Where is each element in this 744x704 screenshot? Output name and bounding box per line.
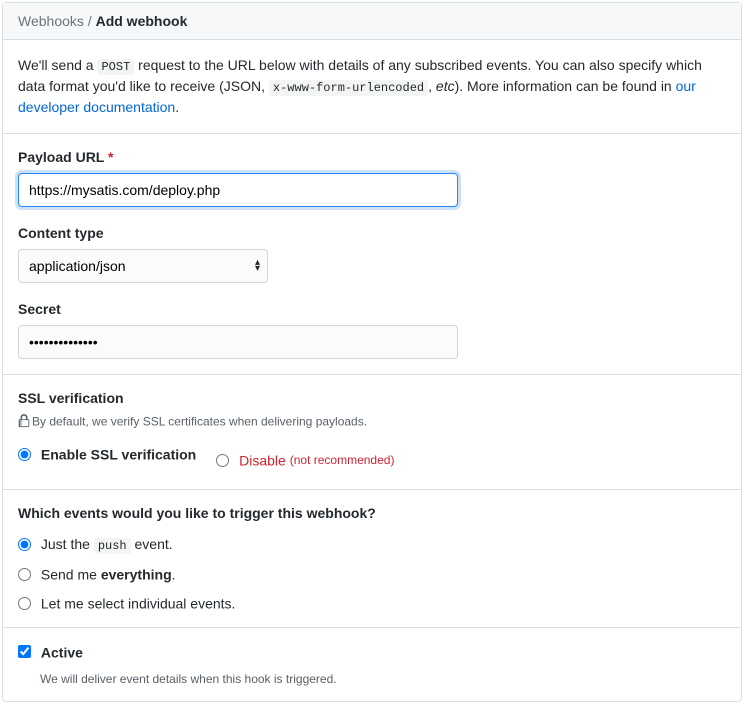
- payload-url-input[interactable]: [18, 173, 458, 207]
- ssl-note: By default, we verify SSL certificates w…: [18, 414, 726, 431]
- events-push-radio[interactable]: [18, 538, 31, 551]
- events-everything-label: Send me everything.: [41, 566, 176, 582]
- events-everything-row: Send me everything.: [18, 565, 726, 582]
- form-code: x-www-form-urlencoded: [269, 80, 428, 96]
- ssl-enable-radio[interactable]: [18, 448, 31, 461]
- webhook-form-container: Webhooks / Add webhook We'll send a POST…: [2, 2, 742, 702]
- ssl-enable-label: Enable SSL verification: [41, 446, 196, 462]
- events-individual-label: Let me select individual events.: [41, 596, 236, 612]
- intro-part5: .: [175, 99, 179, 115]
- basic-fields-section: Payload URL * Content type application/j…: [3, 134, 741, 375]
- ssl-disable-radio[interactable]: [216, 454, 229, 467]
- ssl-not-recommended: (not recommended): [290, 453, 395, 467]
- push-code: push: [94, 538, 131, 554]
- secret-label: Secret: [18, 301, 726, 317]
- breadcrumb-parent[interactable]: Webhooks: [18, 13, 84, 29]
- intro-part1: We'll send a: [18, 57, 97, 73]
- active-section: Active We will deliver event details whe…: [3, 628, 741, 701]
- lock-icon: [18, 414, 30, 431]
- events-question: Which events would you like to trigger t…: [18, 505, 726, 521]
- events-individual-radio[interactable]: [18, 597, 31, 610]
- intro-text: We'll send a POST request to the URL bel…: [3, 40, 741, 134]
- ssl-section: SSL verification By default, we verify S…: [3, 375, 741, 490]
- ssl-enable-row: Enable SSL verification: [18, 445, 196, 462]
- ssl-disable-label: Disable: [239, 452, 286, 468]
- ssl-disable-row: Disable (not recommended): [216, 451, 394, 468]
- breadcrumb-current: Add webhook: [96, 13, 188, 29]
- content-type-label: Content type: [18, 225, 726, 241]
- intro-part4: ). More information can be found in: [455, 78, 676, 94]
- events-section: Which events would you like to trigger t…: [3, 490, 741, 627]
- events-everything-radio[interactable]: [18, 568, 31, 581]
- payload-url-label: Payload URL *: [18, 149, 726, 165]
- content-type-select[interactable]: application/json: [18, 249, 268, 283]
- ssl-heading: SSL verification: [18, 390, 726, 406]
- intro-part3: ,: [428, 78, 436, 94]
- content-type-field: Content type application/json ▴▾: [18, 225, 726, 283]
- active-label: Active: [41, 644, 83, 660]
- post-code: POST: [97, 59, 134, 75]
- breadcrumb-separator: /: [88, 13, 92, 29]
- breadcrumb: Webhooks / Add webhook: [3, 3, 741, 40]
- active-description: We will deliver event details when this …: [40, 672, 726, 686]
- payload-url-field: Payload URL *: [18, 149, 726, 207]
- active-checkbox[interactable]: [18, 645, 31, 658]
- intro-etc: etc: [436, 78, 455, 94]
- events-push-row: Just the push event.: [18, 535, 726, 553]
- required-indicator: *: [108, 149, 113, 165]
- events-push-label: Just the push event.: [41, 536, 173, 552]
- events-individual-row: Let me select individual events.: [18, 594, 726, 611]
- secret-field: Secret: [18, 301, 726, 359]
- secret-input[interactable]: [18, 325, 458, 359]
